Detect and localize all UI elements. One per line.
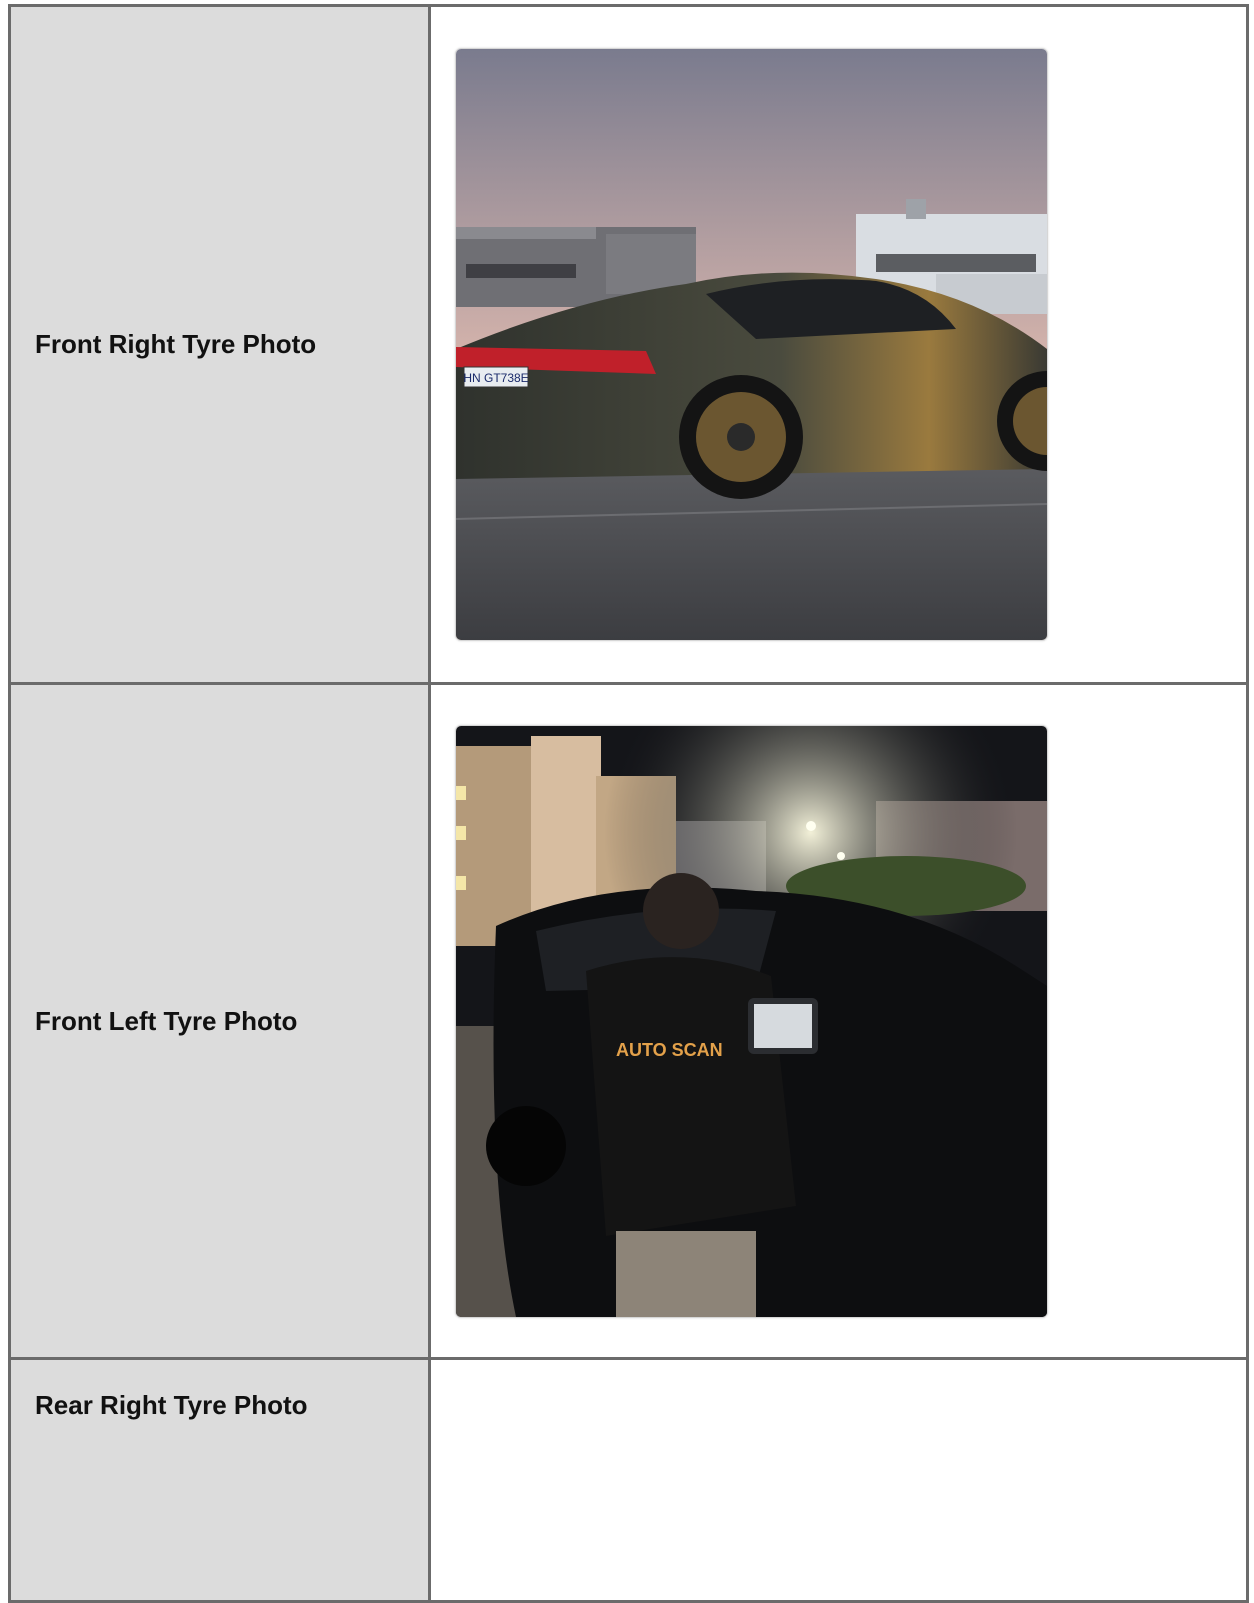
technician-inspecting-car-photo[interactable]: AUTO SCAN [455,724,1048,1318]
tyre-photo-table: Front Right Tyre Photo HN GT738E Front L… [8,4,1249,1603]
shirt-logo-text: AUTO SCAN [616,1040,723,1060]
row-label: Rear Right Tyre Photo [35,1390,308,1420]
row-label: Front Right Tyre Photo [35,329,317,359]
car-rear-quarter-photo[interactable]: HN GT738E [455,48,1048,641]
photo-cell-empty [428,1357,1249,1603]
row-label-cell: Front Right Tyre Photo [8,4,431,685]
row-label: Front Left Tyre Photo [35,1005,298,1036]
photo-cell: HN GT738E [428,4,1249,685]
photo-cell: AUTO SCAN [428,682,1249,1360]
car-photo-illustration: HN GT738E [456,49,1047,640]
row-label-cell: Rear Right Tyre Photo [8,1357,431,1603]
plate-text: HN GT738E [463,371,528,385]
row-label-cell: Front Left Tyre Photo [8,682,431,1360]
inspection-photo-illustration: AUTO SCAN [456,725,1047,1317]
table-row: Rear Right Tyre Photo [8,1357,1249,1603]
table-row: Front Left Tyre Photo AUTO SCAN [8,682,1249,1360]
table-row: Front Right Tyre Photo HN GT738E [8,4,1249,685]
